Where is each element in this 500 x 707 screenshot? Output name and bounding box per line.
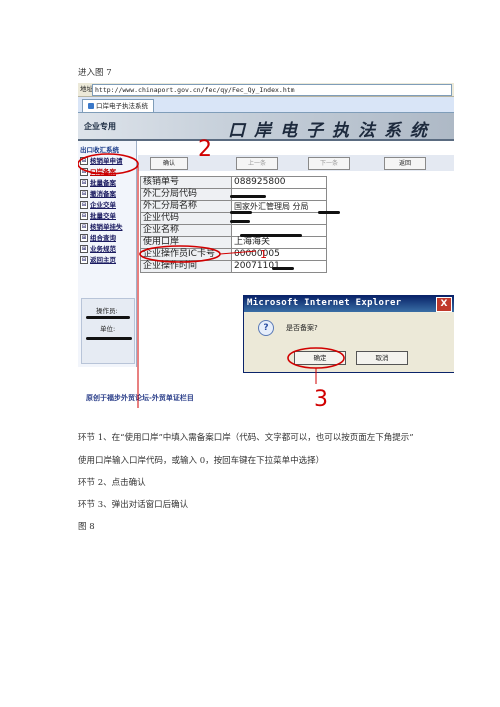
dialog-title-bar: Microsoft Internet Explorer X: [244, 296, 454, 312]
close-icon[interactable]: X: [436, 297, 452, 312]
form-row: 企业操作时间 20071101: [140, 260, 327, 273]
dialog-message: 是否备案?: [286, 324, 318, 332]
sidebar-title: 出口收汇系统: [80, 146, 119, 154]
unit-label: 单位:: [100, 325, 116, 333]
redaction-mark: [272, 267, 294, 270]
step-1-line-1: 环节 1、在“使用口岸”中填入需备案口岸（代码、文字都可以，也可以按页面左下角提…: [78, 433, 414, 443]
sidebar-item-business-rules[interactable]: ⊞ 业务规范: [80, 244, 136, 254]
form-label: 核销单号: [140, 176, 232, 189]
sidebar-item-port-record[interactable]: ⊟ 口岸备案: [80, 167, 136, 177]
annotation-number-3: 3: [314, 387, 328, 410]
address-input[interactable]: http://www.chinaport.gov.cn/fec/qy/Fec_Q…: [92, 84, 452, 96]
ie-page-icon: [88, 103, 94, 109]
form-label: 外汇分局名称: [140, 200, 232, 213]
intro-line: 进入图 7: [78, 68, 112, 78]
embedded-screenshot: 地址 http://www.chinaport.gov.cn/fec/qy/Fe…: [78, 80, 454, 410]
tab-strip: 口岸电子执法系统: [78, 97, 454, 113]
port-input[interactable]: 上海海关: [231, 236, 327, 249]
collapse-icon: ⊟: [80, 179, 88, 187]
sidebar-item-combined-query[interactable]: ⊞ 组合查询: [80, 233, 136, 243]
figure-label: 图 8: [78, 522, 95, 532]
form-row: 企业操作员IC卡号 00000005: [140, 248, 327, 261]
collapse-icon: ⊟: [80, 201, 88, 209]
step-2: 环节 2、点击确认: [78, 478, 146, 488]
form-label: 企业操作时间: [140, 260, 232, 273]
dialog-title: Microsoft Internet Explorer: [247, 298, 402, 308]
collapse-icon: ⊟: [80, 190, 88, 198]
sidebar-item-batch-submit[interactable]: ⊟ 批量交单: [80, 211, 136, 221]
ok-button[interactable]: 确定: [294, 351, 346, 365]
redaction-mark: [230, 195, 266, 198]
redaction-mark: [230, 211, 252, 214]
form-value[interactable]: 00000005: [231, 248, 327, 261]
confirm-button[interactable]: 确认: [150, 157, 188, 170]
banner-enterprise-label: 企业专用: [84, 122, 116, 131]
form-value[interactable]: 088925800: [231, 176, 327, 189]
operator-label: 操作员:: [96, 307, 118, 315]
form-label: 企业代码: [140, 212, 232, 225]
expand-icon: ⊞: [80, 245, 88, 253]
redaction-mark: [318, 211, 340, 214]
collapse-icon: ⊟: [80, 212, 88, 220]
sidebar-item-batch-record[interactable]: ⊟ 批量备案: [80, 178, 136, 188]
prev-button[interactable]: 上一条: [236, 157, 278, 170]
tab-port-system[interactable]: 口岸电子执法系统: [82, 99, 154, 112]
confirm-dialog: Microsoft Internet Explorer X ? 是否备案? 确定…: [243, 295, 454, 373]
address-bar: 地址 http://www.chinaport.gov.cn/fec/qy/Fe…: [78, 83, 454, 97]
record-form: 核销单号 088925800 外汇分局代码 外汇分局名称 国家外汇管理局 分局 企业…: [140, 176, 327, 273]
sidebar-item-submit[interactable]: ⊟ 企业交单: [80, 200, 136, 210]
sidebar-item-verification-apply[interactable]: ⊟ 核销单申请: [80, 156, 136, 166]
sidebar-item-cancel-record[interactable]: ⊟ 撤消备案: [80, 189, 136, 199]
next-button[interactable]: 下一条: [308, 157, 350, 170]
sidebar-item-home[interactable]: ⊟ 返回主页: [80, 255, 136, 265]
redaction-mark: [86, 337, 132, 340]
form-right-bg: [318, 176, 454, 280]
redaction-mark: [230, 220, 250, 223]
redaction-mark: [86, 316, 130, 319]
cancel-button[interactable]: 取消: [356, 351, 408, 365]
redaction-mark: [240, 234, 302, 237]
collapse-icon: ⊟: [80, 256, 88, 264]
form-row: 核销单号 088925800: [140, 176, 327, 189]
form-row: 使用口岸 上海海关: [140, 236, 327, 249]
form-label: 企业操作员IC卡号: [140, 248, 232, 261]
tab-label: 口岸电子执法系统: [96, 102, 148, 110]
sidebar: 出口收汇系统 ⊟ 核销单申请 ⊟ 口岸备案 ⊟ 批量备案 ⊟ 撤消备案 ⊟ 企业交单 ⊟ 批…: [78, 141, 137, 367]
form-label: 使用口岸: [140, 236, 232, 249]
source-caption: 原创于福步外贸论坛-外贸单证栏目: [86, 394, 194, 402]
banner-system-title: 口岸电子执法系统: [228, 121, 436, 141]
question-icon: ?: [258, 320, 274, 336]
sidebar-item-report-loss[interactable]: ⊟ 核销单挂失: [80, 222, 136, 232]
operator-box: 操作员: 单位:: [81, 298, 135, 364]
step-1-line-2: 使用口岸输入口岸代码，或输入 0，按回车键在下拉菜单中选择）: [78, 456, 325, 466]
form-label: 企业名称: [140, 224, 232, 237]
system-banner: 企业专用 口岸电子执法系统: [78, 113, 454, 141]
collapse-icon: ⊟: [80, 223, 88, 231]
collapse-icon: ⊟: [80, 157, 88, 165]
expand-icon: ⊞: [80, 234, 88, 242]
action-button-row: 确认 上一条 下一条 返回: [138, 155, 454, 171]
form-label: 外汇分局代码: [140, 188, 232, 201]
step-3: 环节 3、弹出对话窗口后确认: [78, 500, 189, 510]
collapse-icon: ⊟: [80, 168, 88, 176]
back-button[interactable]: 返回: [384, 157, 426, 170]
